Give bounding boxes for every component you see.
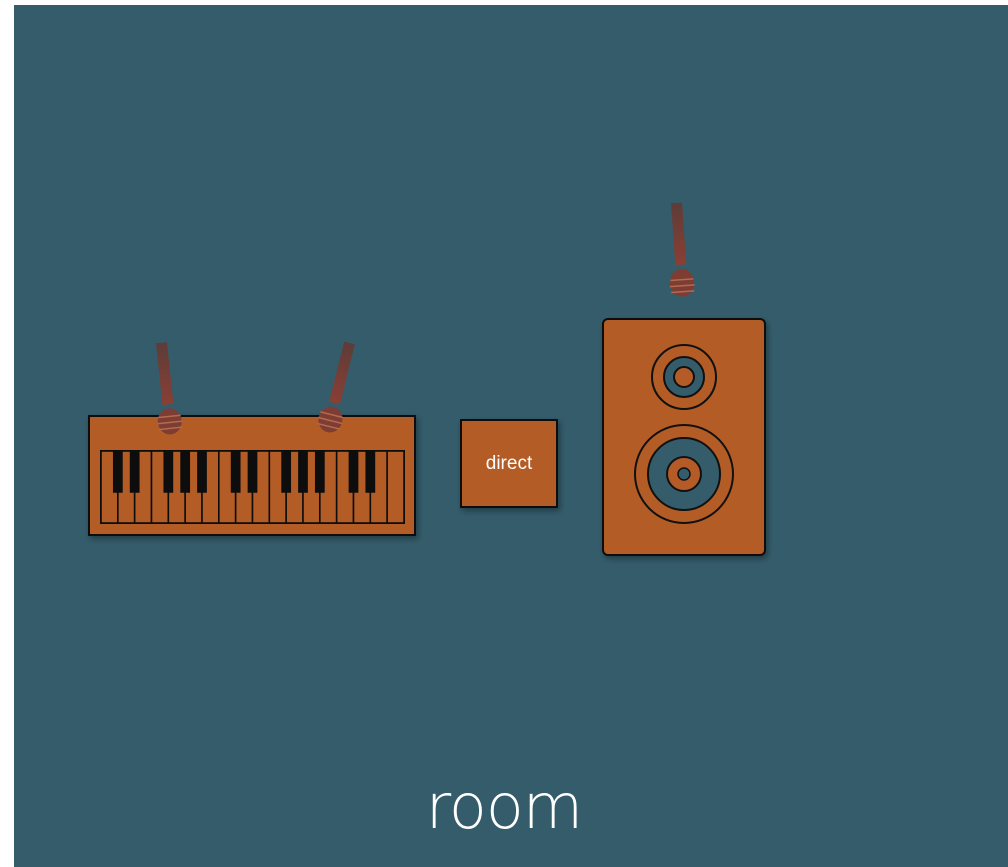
- black-key: [180, 451, 191, 493]
- black-key: [230, 451, 241, 493]
- black-key: [112, 451, 123, 493]
- black-key: [163, 451, 174, 493]
- black-key: [247, 451, 258, 493]
- black-key: [348, 451, 359, 493]
- black-key: [129, 451, 140, 493]
- white-key: [386, 450, 405, 524]
- black-key: [298, 451, 308, 493]
- black-key: [281, 451, 292, 493]
- black-key: [314, 451, 325, 493]
- speaker-icon: [602, 318, 766, 556]
- recording-setup-diagram: direct room: [0, 0, 1008, 867]
- black-key: [365, 451, 376, 493]
- keyboard-icon: [88, 415, 416, 536]
- room-label: room: [425, 770, 583, 843]
- direct-label: direct: [485, 452, 533, 474]
- black-key: [197, 451, 207, 493]
